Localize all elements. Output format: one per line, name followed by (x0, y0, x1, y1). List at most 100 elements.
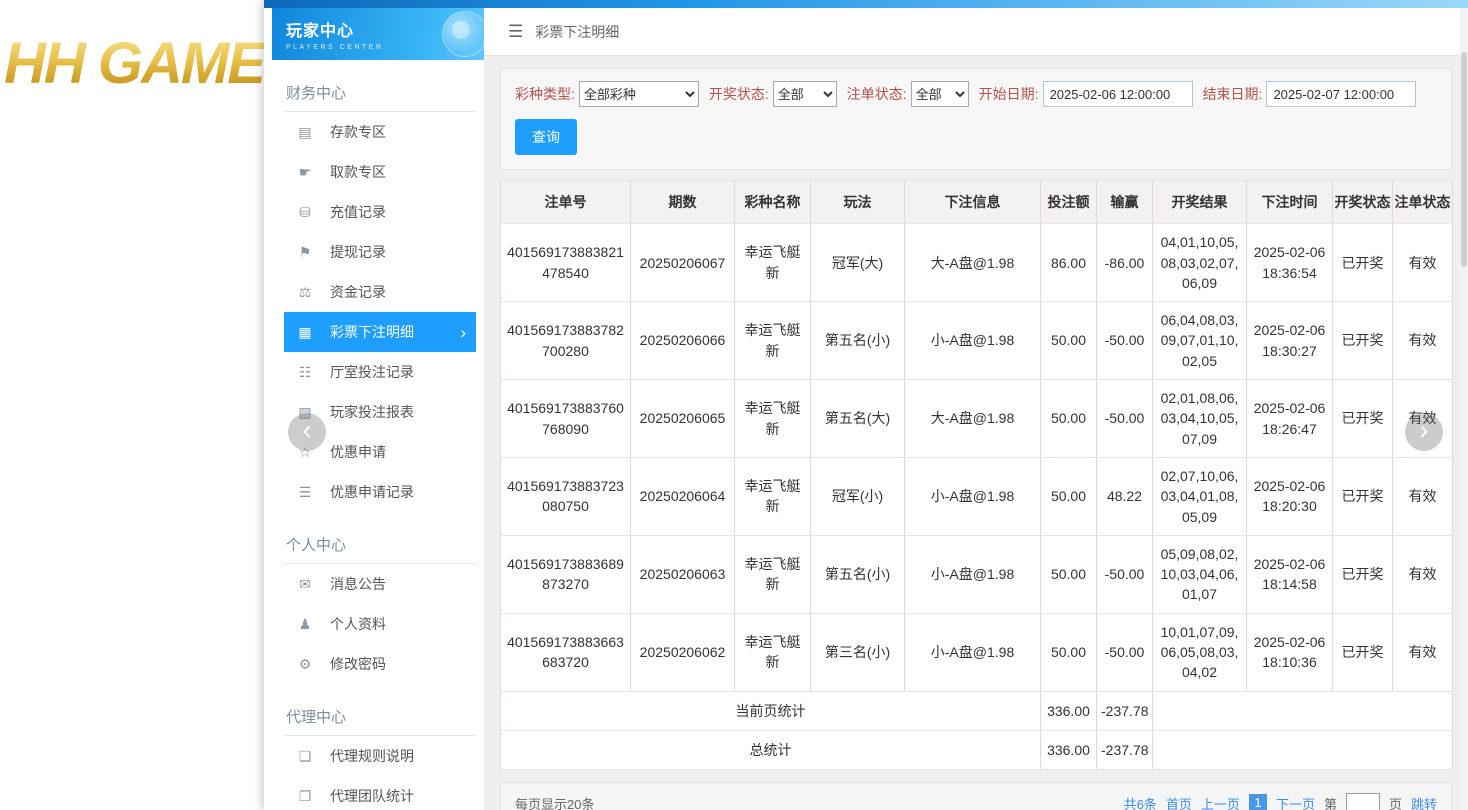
sidebar-item-label: 玩家投注报表 (330, 402, 414, 422)
table-cell: 06,04,08,03,09,07,01,10,02,05 (1153, 302, 1247, 380)
sidebar-item-messages[interactable]: ✉ 消息公告 (284, 564, 476, 604)
table-cell: -50.00 (1097, 380, 1153, 458)
table-cell: 已开奖 (1333, 457, 1393, 535)
promo-apply-records-icon: ☰ (296, 484, 314, 501)
sidebar-item-label: 提现记录 (330, 242, 386, 262)
table-cell: 20250206064 (631, 457, 735, 535)
current-page-button[interactable]: 1 (1249, 794, 1267, 810)
sidebar-item-lottery-bet-details[interactable]: ▦ 彩票下注明细 › (284, 312, 476, 352)
jump-page-input[interactable] (1346, 793, 1380, 810)
funds-records-icon: ⚖ (296, 284, 314, 301)
sidebar-item-promo-apply-records[interactable]: ☰ 优惠申请记录 (284, 472, 476, 512)
table-body: 40156917388382147854020250206067幸运飞艇新冠军(… (501, 224, 1453, 691)
carousel-next-button[interactable]: › (1405, 413, 1443, 451)
sidebar-section-agent: 代理中心 (284, 700, 476, 736)
sidebar-item-label: 优惠申请 (330, 442, 386, 462)
col-win-loss: 输赢 (1097, 181, 1153, 224)
draw-status-label: 开奖状态: (709, 84, 769, 104)
col-draw-status: 开奖状态 (1333, 181, 1393, 224)
summary-empty-cell (1153, 691, 1453, 730)
person-icon: ♟ (296, 616, 314, 633)
withdraw-icon: ☛ (296, 164, 314, 181)
table-cell: 大-A盘@1.98 (905, 380, 1041, 458)
sidebar-item-label: 代理团队统计 (330, 786, 414, 806)
table-cell: 86.00 (1041, 224, 1097, 302)
table-cell: 20250206063 (631, 535, 735, 613)
draw-status-select[interactable]: 全部 (773, 81, 837, 107)
vertical-scrollbar (1460, 8, 1468, 810)
table-cell: 已开奖 (1333, 535, 1393, 613)
table-cell: 第五名(小) (811, 302, 905, 380)
table-cell: 有效 (1393, 535, 1453, 613)
summary-row-current-page: 当前页统计 336.00 -237.78 (501, 691, 1453, 730)
sidebar-item-label: 彩票下注明细 (330, 322, 414, 342)
sidebar-item-deposit[interactable]: ▤ 存款专区 (284, 112, 476, 152)
table-cell: 小-A盘@1.98 (905, 535, 1041, 613)
table-cell: 小-A盘@1.98 (905, 302, 1041, 380)
table-row: 40156917388366368372020250206062幸运飞艇新第三名… (501, 613, 1453, 691)
table-summary-body: 当前页统计 336.00 -237.78 总统计 336.00 -237.78 (501, 691, 1453, 770)
table-row: 40156917388378270028020250206066幸运飞艇新第五名… (501, 302, 1453, 380)
sidebar-item-hall-bet-records[interactable]: ☷ 厅室投注记录 (284, 352, 476, 392)
jump-button[interactable]: 跳转 (1411, 794, 1437, 810)
table-cell: 幸运飞艇新 (735, 457, 811, 535)
pagination-bar: 每页显示20条 共6条 首页 上一页 1 下一页 第 页 跳转 (500, 782, 1452, 810)
col-bet-amount: 投注额 (1041, 181, 1097, 224)
sidebar-item-recharge-records[interactable]: ⛁ 充值记录 (284, 192, 476, 232)
sidebar-item-agent-team-stats[interactable]: ❐ 代理团队统计 (284, 776, 476, 810)
sidebar-section-personal: 个人中心 (284, 528, 476, 564)
col-bet-status: 注单状态 (1393, 181, 1453, 224)
pager: 共6条 首页 上一页 1 下一页 第 页 跳转 (1124, 793, 1437, 810)
hall-bet-records-icon: ☷ (296, 364, 314, 381)
table-cell: 04,01,10,05,08,03,02,07,06,09 (1153, 224, 1247, 302)
carousel-prev-button[interactable]: ‹ (288, 413, 326, 451)
table-cell: 02,01,08,06,03,04,10,05,07,09 (1153, 380, 1247, 458)
table-cell: 冠军(小) (811, 457, 905, 535)
sidebar-item-label: 取款专区 (330, 162, 386, 182)
scrollbar-thumb[interactable] (1461, 52, 1467, 267)
prev-page-link[interactable]: 上一页 (1201, 794, 1240, 810)
table-cell: 2025-02-06 18:26:47 (1247, 380, 1333, 458)
table-cell: 大-A盘@1.98 (905, 224, 1041, 302)
sidebar-item-funds-records[interactable]: ⚖ 资金记录 (284, 272, 476, 312)
start-date-input[interactable] (1043, 81, 1193, 107)
table-cell: 401569173883723080750 (501, 457, 631, 535)
total-count-text: 共6条 (1124, 794, 1157, 810)
menu-toggle-icon[interactable]: ☰ (508, 22, 523, 42)
start-date-label: 开始日期: (979, 84, 1039, 104)
lottery-type-select[interactable]: 全部彩种 (579, 81, 699, 107)
sidebar-item-agent-rules[interactable]: ❏ 代理规则说明 (284, 736, 476, 776)
bet-status-select[interactable]: 全部 (911, 81, 969, 107)
table-cell: 50.00 (1041, 535, 1097, 613)
table-cell: 50.00 (1041, 380, 1097, 458)
content: 彩种类型: 全部彩种 开奖状态: 全部 注单状态: 全部 开始日期: (484, 56, 1468, 810)
sidebar-item-change-password[interactable]: ⚙ 修改密码 (284, 644, 476, 684)
summary-win-total: -237.78 (1097, 730, 1153, 769)
table-cell: 已开奖 (1333, 224, 1393, 302)
summary-bet-total: 336.00 (1041, 730, 1097, 769)
banner-ball-icon (442, 11, 484, 57)
sidebar-item-profile[interactable]: ♟ 个人资料 (284, 604, 476, 644)
topbar: ☰ 彩票下注明细 (484, 8, 1468, 56)
table-cell: 2025-02-06 18:10:36 (1247, 613, 1333, 691)
recharge-records-icon: ⛁ (296, 204, 314, 221)
sidebar-item-withdrawal-records[interactable]: ⚑ 提现记录 (284, 232, 476, 272)
col-period: 期数 (631, 181, 735, 224)
first-page-link[interactable]: 首页 (1166, 794, 1192, 810)
table-cell: 401569173883689873270 (501, 535, 631, 613)
document-icon: ❏ (296, 748, 314, 765)
next-page-link[interactable]: 下一页 (1276, 794, 1315, 810)
bet-table: 注单号 期数 彩种名称 玩法 下注信息 投注额 输赢 开奖结果 下注时间 开奖状… (500, 180, 1453, 770)
table-cell: 05,09,08,02,10,03,04,06,01,07 (1153, 535, 1247, 613)
end-date-input[interactable] (1266, 81, 1416, 107)
table-cell: 401569173883663683720 (501, 613, 631, 691)
table-cell: 幸运飞艇新 (735, 302, 811, 380)
filter-panel: 彩种类型: 全部彩种 开奖状态: 全部 注单状态: 全部 开始日期: (500, 68, 1452, 170)
table-cell: 幸运飞艇新 (735, 535, 811, 613)
end-date-label: 结束日期: (1203, 84, 1263, 104)
lottery-type-label: 彩种类型: (515, 84, 575, 104)
sidebar-item-withdraw[interactable]: ☛ 取款专区 (284, 152, 476, 192)
search-button[interactable]: 查询 (515, 119, 577, 155)
summary-empty-cell (1153, 730, 1453, 769)
col-bet-id: 注单号 (501, 181, 631, 224)
